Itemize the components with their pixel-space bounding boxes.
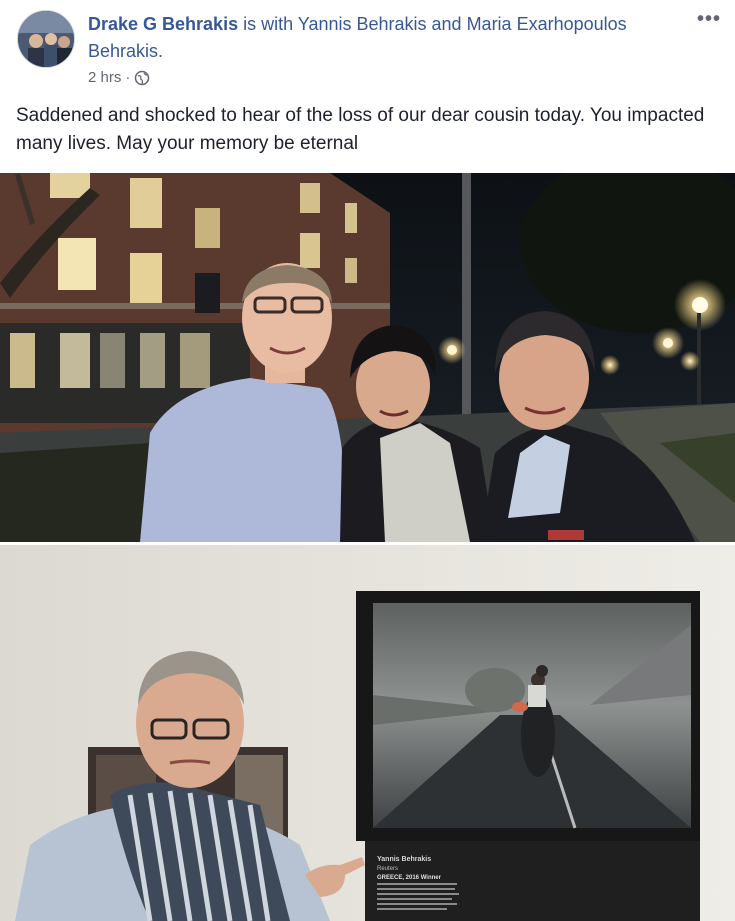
post-photo-1[interactable] <box>0 173 735 542</box>
author-avatar[interactable] <box>17 10 75 68</box>
period-text: . <box>158 41 164 61</box>
exhibit-caption-line3: GREECE, 2016 Winner <box>377 875 442 881</box>
with-text: is with <box>238 14 298 34</box>
author-name-link[interactable]: Drake G Behrakis <box>88 14 238 34</box>
avatar-image <box>18 11 74 67</box>
post-photo-2[interactable]: Yannis Behrakis Reuters GREECE, 2016 Win… <box>0 545 735 921</box>
timestamp-link[interactable]: 2 hrs <box>88 69 121 86</box>
tagged-person-1-link[interactable]: Yannis Behrakis <box>298 14 427 34</box>
post-text: Saddened and shocked to hear of the loss… <box>16 105 705 154</box>
meta-separator: · <box>125 69 131 86</box>
and-text: and <box>426 14 467 34</box>
post-header: Drake G Behrakis is with Yannis Behrakis… <box>0 0 735 100</box>
exhibit-caption-subtitle: Reuters <box>377 866 398 872</box>
more-options-icon[interactable]: ••• <box>697 8 721 31</box>
globe-icon[interactable] <box>134 70 150 86</box>
post-meta: 2 hrs · <box>88 69 150 86</box>
exhibit-caption-title: Yannis Behrakis <box>377 856 431 863</box>
author-line: Drake G Behrakis is with Yannis Behrakis… <box>88 11 688 65</box>
